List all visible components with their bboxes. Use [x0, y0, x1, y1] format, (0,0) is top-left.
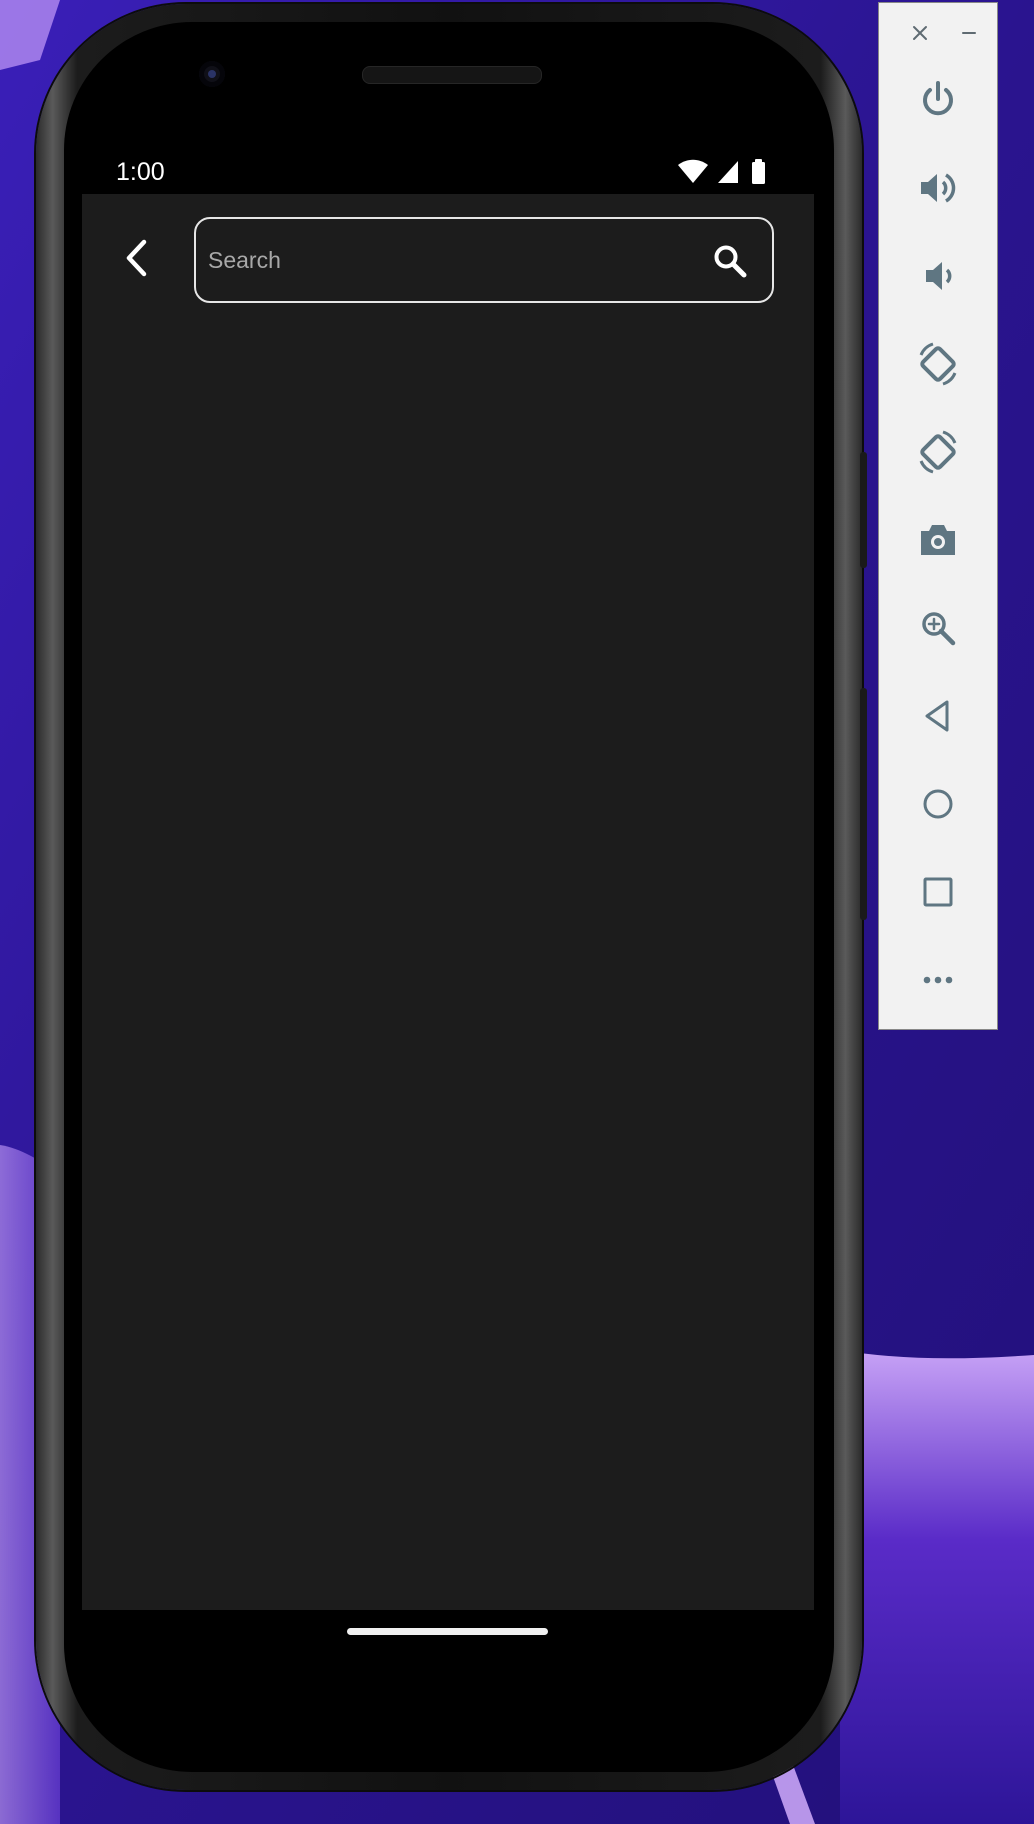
- more-icon: [923, 976, 953, 984]
- phone-screen: 1:00: [82, 143, 814, 1610]
- camera-icon: [921, 525, 955, 555]
- phone-side-button-bottom: [860, 688, 867, 920]
- front-camera: [199, 61, 225, 87]
- wifi-icon: [678, 159, 708, 183]
- back-nav-button[interactable]: [914, 692, 962, 740]
- search-icon: [714, 245, 747, 278]
- volume-up-icon: [921, 173, 956, 203]
- rotate-left-icon: [919, 342, 957, 386]
- volume-down-icon: [926, 262, 952, 290]
- search-button[interactable]: [712, 243, 748, 279]
- rotate-right-button[interactable]: [914, 428, 962, 476]
- back-button[interactable]: [114, 236, 158, 280]
- zoom-icon: [922, 612, 956, 646]
- back-triangle-icon: [925, 700, 949, 732]
- screenshot-button[interactable]: [914, 516, 962, 564]
- home-circle-icon: [923, 789, 953, 819]
- phone-side-button-top: [860, 452, 867, 568]
- more-button[interactable]: [914, 956, 962, 1004]
- home-indicator[interactable]: [347, 1628, 548, 1635]
- status-icons: [678, 159, 765, 184]
- status-bar: 1:00: [82, 143, 814, 194]
- power-icon: [923, 81, 953, 116]
- app-content: [82, 194, 814, 1610]
- volume-down-button[interactable]: [914, 252, 962, 300]
- battery-icon: [752, 159, 765, 184]
- close-button[interactable]: [906, 19, 934, 47]
- status-time: 1:00: [116, 158, 165, 186]
- chevron-left-icon: [126, 239, 147, 277]
- earpiece-speaker: [362, 66, 542, 84]
- search-box: [194, 217, 774, 303]
- close-icon: [913, 26, 927, 40]
- minimize-icon: [962, 32, 976, 34]
- overview-square-icon: [923, 877, 953, 907]
- minimize-button[interactable]: [955, 19, 983, 47]
- rotate-right-icon: [919, 430, 957, 474]
- power-button[interactable]: [914, 76, 962, 124]
- overview-nav-button[interactable]: [914, 868, 962, 916]
- home-nav-button[interactable]: [914, 780, 962, 828]
- toolbar-window-controls: [879, 3, 997, 63]
- search-input[interactable]: [208, 235, 688, 285]
- rotate-left-button[interactable]: [914, 340, 962, 388]
- cellular-signal-icon: [718, 161, 738, 183]
- volume-up-button[interactable]: [914, 164, 962, 212]
- emulator-toolbar: [878, 2, 998, 1030]
- zoom-button[interactable]: [914, 604, 962, 652]
